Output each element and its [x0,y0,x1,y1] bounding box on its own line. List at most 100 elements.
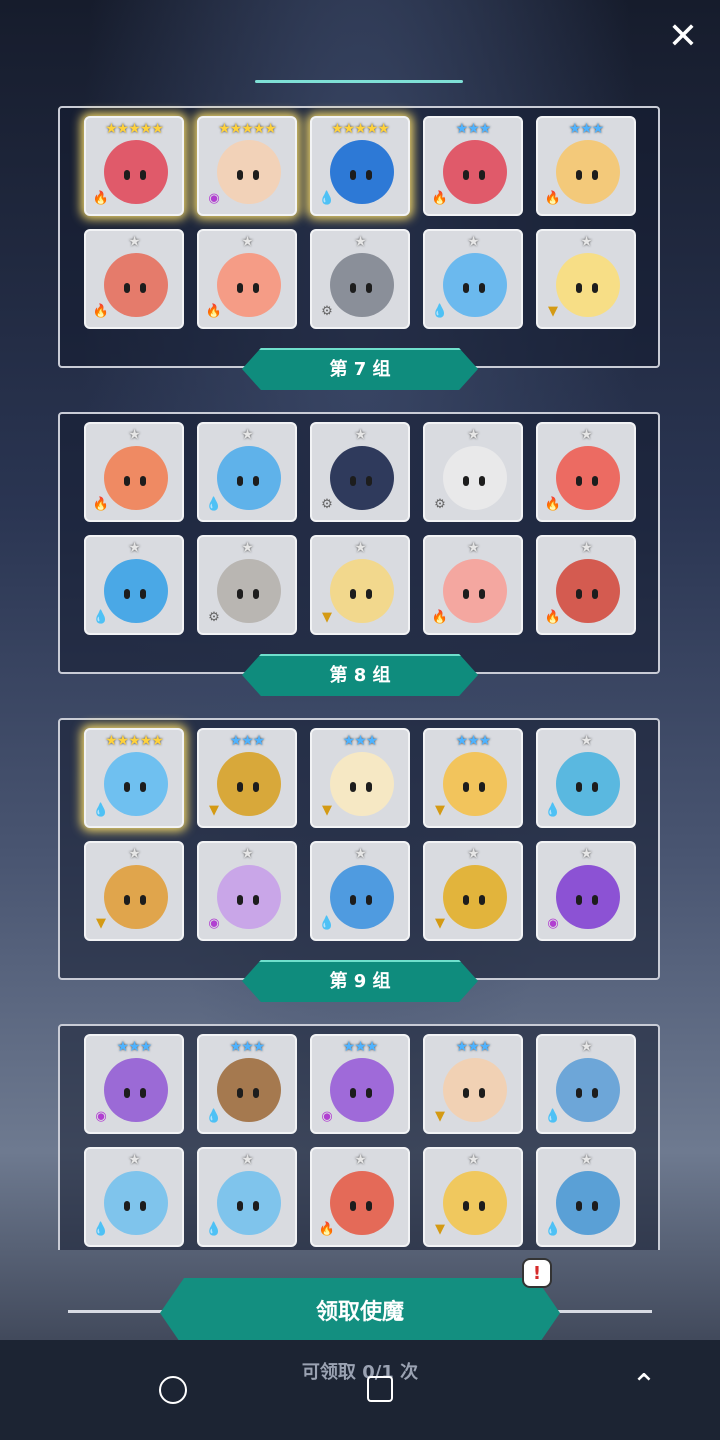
fire-icon: 🔥 [92,191,110,206]
water-icon: 💧 [92,1222,110,1237]
star-rating: ★★★★★ [218,121,277,137]
familiar-card[interactable]: ★ ⚙ [197,535,297,635]
familiar-card[interactable]: ★ 🔥 [84,422,184,522]
claim-divider-right [552,1310,652,1313]
water-icon: 💧 [318,191,336,206]
star-rating: ★ [128,540,141,556]
familiar-card[interactable]: ★ ⚙ [310,229,410,329]
familiar-list[interactable]: ★★★★★ 🔥 ★★★★★ ◉ ★★★★★ 💧 ★★★ 🔥 ★★★ 🔥 ★ 🔥 ★ 🔥 ★ ⚙ … [0,100,720,1250]
light-icon: ▼ [435,803,445,818]
familiar-card[interactable]: ★★★ ▼ [197,728,297,828]
star-rating: ★ [241,234,254,250]
fire-icon: 🔥 [431,610,449,625]
light-icon: ▼ [96,916,106,931]
familiar-card[interactable]: ★ ▼ [536,229,636,329]
light-icon: ▼ [322,803,332,818]
familiar-card[interactable]: ★★★ ◉ [310,1034,410,1134]
water-icon: 💧 [205,1109,223,1124]
familiar-card[interactable]: ★ ▼ [310,535,410,635]
star-rating: ★ [580,540,593,556]
familiar-card[interactable]: ★ 💧 [536,1034,636,1134]
home-icon[interactable] [159,1376,187,1404]
familiar-card[interactable]: ★ 💧 [310,841,410,941]
light-icon: ▼ [435,1222,445,1237]
familiar-card[interactable]: ★★★ 💧 [197,1034,297,1134]
star-rating: ★ [580,1039,593,1055]
star-rating: ★★★★★ [105,733,164,749]
fire-icon: 🔥 [544,191,562,206]
water-icon: 💧 [92,803,110,818]
claim-familiar-button[interactable]: 领取使魔 [160,1278,560,1348]
group-block: ★ 🔥 ★ 💧 ★ ⚙ ★ ⚙ ★ 🔥 ★ 💧 ★ ⚙ ★ ▼ ★ 🔥 ★ 🔥 [58,412,660,674]
familiar-card[interactable]: ★ 🔥 [536,422,636,522]
recent-apps-icon[interactable] [367,1376,393,1402]
dark-icon: ◉ [208,191,220,206]
familiar-card[interactable]: ★ ◉ [536,841,636,941]
star-rating: ★★★★★ [105,121,164,137]
familiar-card[interactable]: ★★★★★ ◉ [197,116,297,216]
water-icon: 💧 [544,1109,562,1124]
top-divider [255,80,463,83]
water-icon: 💧 [92,610,110,625]
familiar-card[interactable]: ★ ▼ [423,841,523,941]
familiar-card[interactable]: ★ 🔥 [84,229,184,329]
water-icon: 💧 [544,803,562,818]
water-icon: 💧 [318,916,336,931]
familiar-card[interactable]: ★ 💧 [536,728,636,828]
familiar-card[interactable]: ★★★ ▼ [310,728,410,828]
familiar-card[interactable]: ★ 💧 [197,422,297,522]
familiar-card[interactable]: ★ ▼ [84,841,184,941]
light-icon: ▼ [435,1109,445,1124]
familiar-card[interactable]: ★ ⚙ [310,422,410,522]
familiar-card[interactable]: ★★★ ▼ [423,1034,523,1134]
familiar-card[interactable]: ★★★ ◉ [84,1034,184,1134]
familiar-card[interactable]: ★ 💧 [536,1147,636,1247]
star-rating: ★ [580,234,593,250]
star-rating: ★★★★★ [331,121,390,137]
star-rating: ★ [580,846,593,862]
star-rating: ★ [128,846,141,862]
star-rating: ★★★ [455,1039,492,1055]
chevron-up-icon[interactable]: ⌃ [628,1370,660,1402]
familiar-card[interactable]: ★ ▼ [423,1147,523,1247]
familiar-card[interactable]: ★★★ 🔥 [536,116,636,216]
star-rating: ★★★ [455,733,492,749]
familiar-card[interactable]: ★ ◉ [197,841,297,941]
dark-icon: ◉ [95,1109,107,1124]
familiar-card[interactable]: ★ 💧 [197,1147,297,1247]
fire-icon: 🔥 [544,610,562,625]
familiar-card[interactable]: ★★★★★ 💧 [310,116,410,216]
close-icon[interactable]: ✕ [666,19,700,55]
familiar-card[interactable]: ★ 🔥 [536,535,636,635]
star-rating: ★★★ [342,1039,379,1055]
dark-icon: ◉ [321,1109,333,1124]
star-rating: ★ [467,846,480,862]
star-rating: ★ [580,733,593,749]
familiar-card[interactable]: ★ 💧 [423,229,523,329]
familiar-card[interactable]: ★ 🔥 [197,229,297,329]
star-rating: ★ [580,1152,593,1168]
star-rating: ★★★ [116,1039,153,1055]
familiar-card[interactable]: ★★★★★ 🔥 [84,116,184,216]
claim-count: 可领取 0/1 次 [301,1362,419,1383]
familiar-card[interactable]: ★★★ 🔥 [423,116,523,216]
claim-divider-left [68,1310,168,1313]
fire-icon: 🔥 [205,304,223,319]
light-icon: ▼ [322,610,332,625]
familiar-card[interactable]: ★ ⚙ [423,422,523,522]
star-rating: ★ [467,234,480,250]
star-rating: ★ [241,846,254,862]
familiar-card[interactable]: ★ 🔥 [423,535,523,635]
star-rating: ★ [241,1152,254,1168]
star-rating: ★ [467,1152,480,1168]
fire-icon: 🔥 [92,304,110,319]
familiar-card[interactable]: ★ 💧 [84,535,184,635]
fire-icon: 🔥 [318,1222,336,1237]
familiar-card[interactable]: ★ 🔥 [310,1147,410,1247]
familiar-card[interactable]: ★★★ ▼ [423,728,523,828]
fire-icon: 🔥 [544,497,562,512]
fire-icon: 🔥 [92,497,110,512]
familiar-card[interactable]: ★ 💧 [84,1147,184,1247]
alert-icon: ! [522,1258,552,1288]
familiar-card[interactable]: ★★★★★ 💧 [84,728,184,828]
